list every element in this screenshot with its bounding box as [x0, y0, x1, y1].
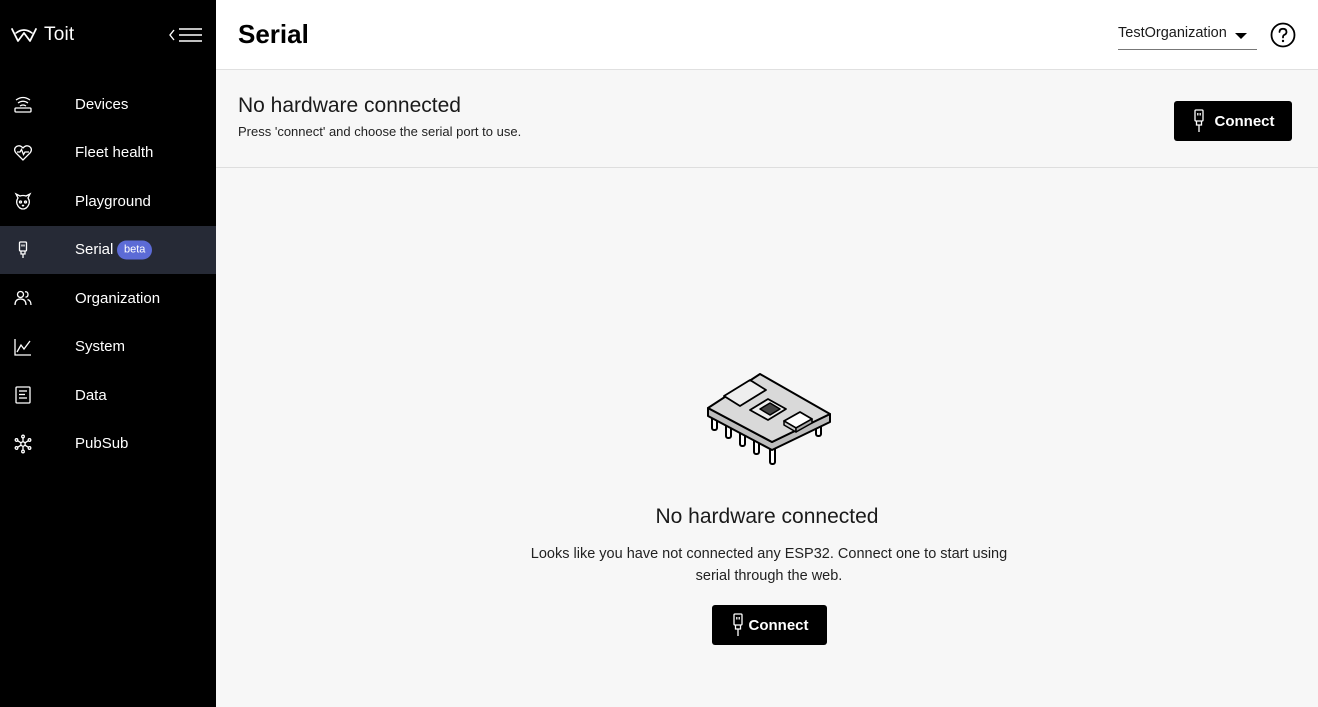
usb-plug-icon [1193, 109, 1204, 132]
sidebar-item-label: Fleet health [75, 144, 154, 162]
top-header: Serial TestOrganization [216, 0, 1318, 70]
help-button[interactable] [1270, 22, 1296, 48]
connection-status-bar: No hardware connected Press 'connect' an… [216, 70, 1318, 168]
toit-logo-icon [11, 28, 37, 42]
caret-down-icon [1235, 33, 1247, 39]
connect-button-label: Connect [748, 616, 809, 634]
organization-select-value: TestOrganization [1118, 25, 1227, 41]
connect-button-center[interactable]: Connect [712, 605, 827, 645]
status-subtitle: Press 'connect' and choose the serial po… [238, 124, 522, 139]
sidebar-item-label: Organization [75, 289, 161, 307]
page-title: Serial [238, 19, 309, 49]
brand-name: Toit [44, 24, 75, 45]
collapse-menu-icon [169, 28, 202, 42]
network-hub-icon [12, 433, 34, 455]
sidebar-item-playground[interactable]: Playground [0, 177, 216, 226]
help-icon [1270, 22, 1296, 48]
sidebar-nav: Devices Fleet health Playground Serial b… [0, 80, 216, 468]
usb-plug-icon [732, 613, 743, 636]
brand[interactable]: Toit [10, 22, 74, 48]
collapse-sidebar-button[interactable] [168, 24, 204, 46]
sidebar-item-label: Playground [75, 192, 151, 210]
sidebar-item-pubsub[interactable]: PubSub [0, 420, 216, 469]
sidebar-item-serial[interactable]: Serial beta [0, 225, 216, 274]
sidebar-item-system[interactable]: System [0, 323, 216, 372]
usb-plug-icon [12, 239, 34, 261]
sidebar: Toit Devices Fleet health Playground Ser… [0, 0, 216, 707]
document-list-icon [12, 384, 34, 406]
users-icon [12, 287, 34, 309]
sidebar-item-data[interactable]: Data [0, 371, 216, 420]
router-icon [12, 93, 34, 115]
line-chart-icon [12, 336, 34, 358]
sidebar-item-label: System [75, 338, 126, 356]
heart-pulse-icon [12, 142, 34, 164]
sidebar-item-devices[interactable]: Devices [0, 80, 216, 129]
sidebar-item-label: PubSub [75, 435, 129, 453]
sidebar-item-label: Data [75, 386, 107, 404]
empty-state-text: Looks like you have not connected any ES… [530, 546, 1008, 584]
connect-button-label: Connect [1214, 112, 1275, 130]
sidebar-item-organization[interactable]: Organization [0, 274, 216, 323]
sidebar-item-label: Serial [75, 241, 114, 259]
sidebar-item-label: Devices [75, 95, 129, 113]
cat-icon [12, 190, 34, 212]
sidebar-item-fleet-health[interactable]: Fleet health [0, 129, 216, 178]
empty-state-title: No hardware connected [655, 505, 879, 528]
status-title: No hardware connected [238, 94, 461, 117]
organization-select[interactable]: TestOrganization [1118, 22, 1257, 50]
beta-badge: beta [117, 240, 153, 260]
connect-button[interactable]: Connect [1174, 101, 1292, 141]
chip-illustration [707, 373, 831, 465]
